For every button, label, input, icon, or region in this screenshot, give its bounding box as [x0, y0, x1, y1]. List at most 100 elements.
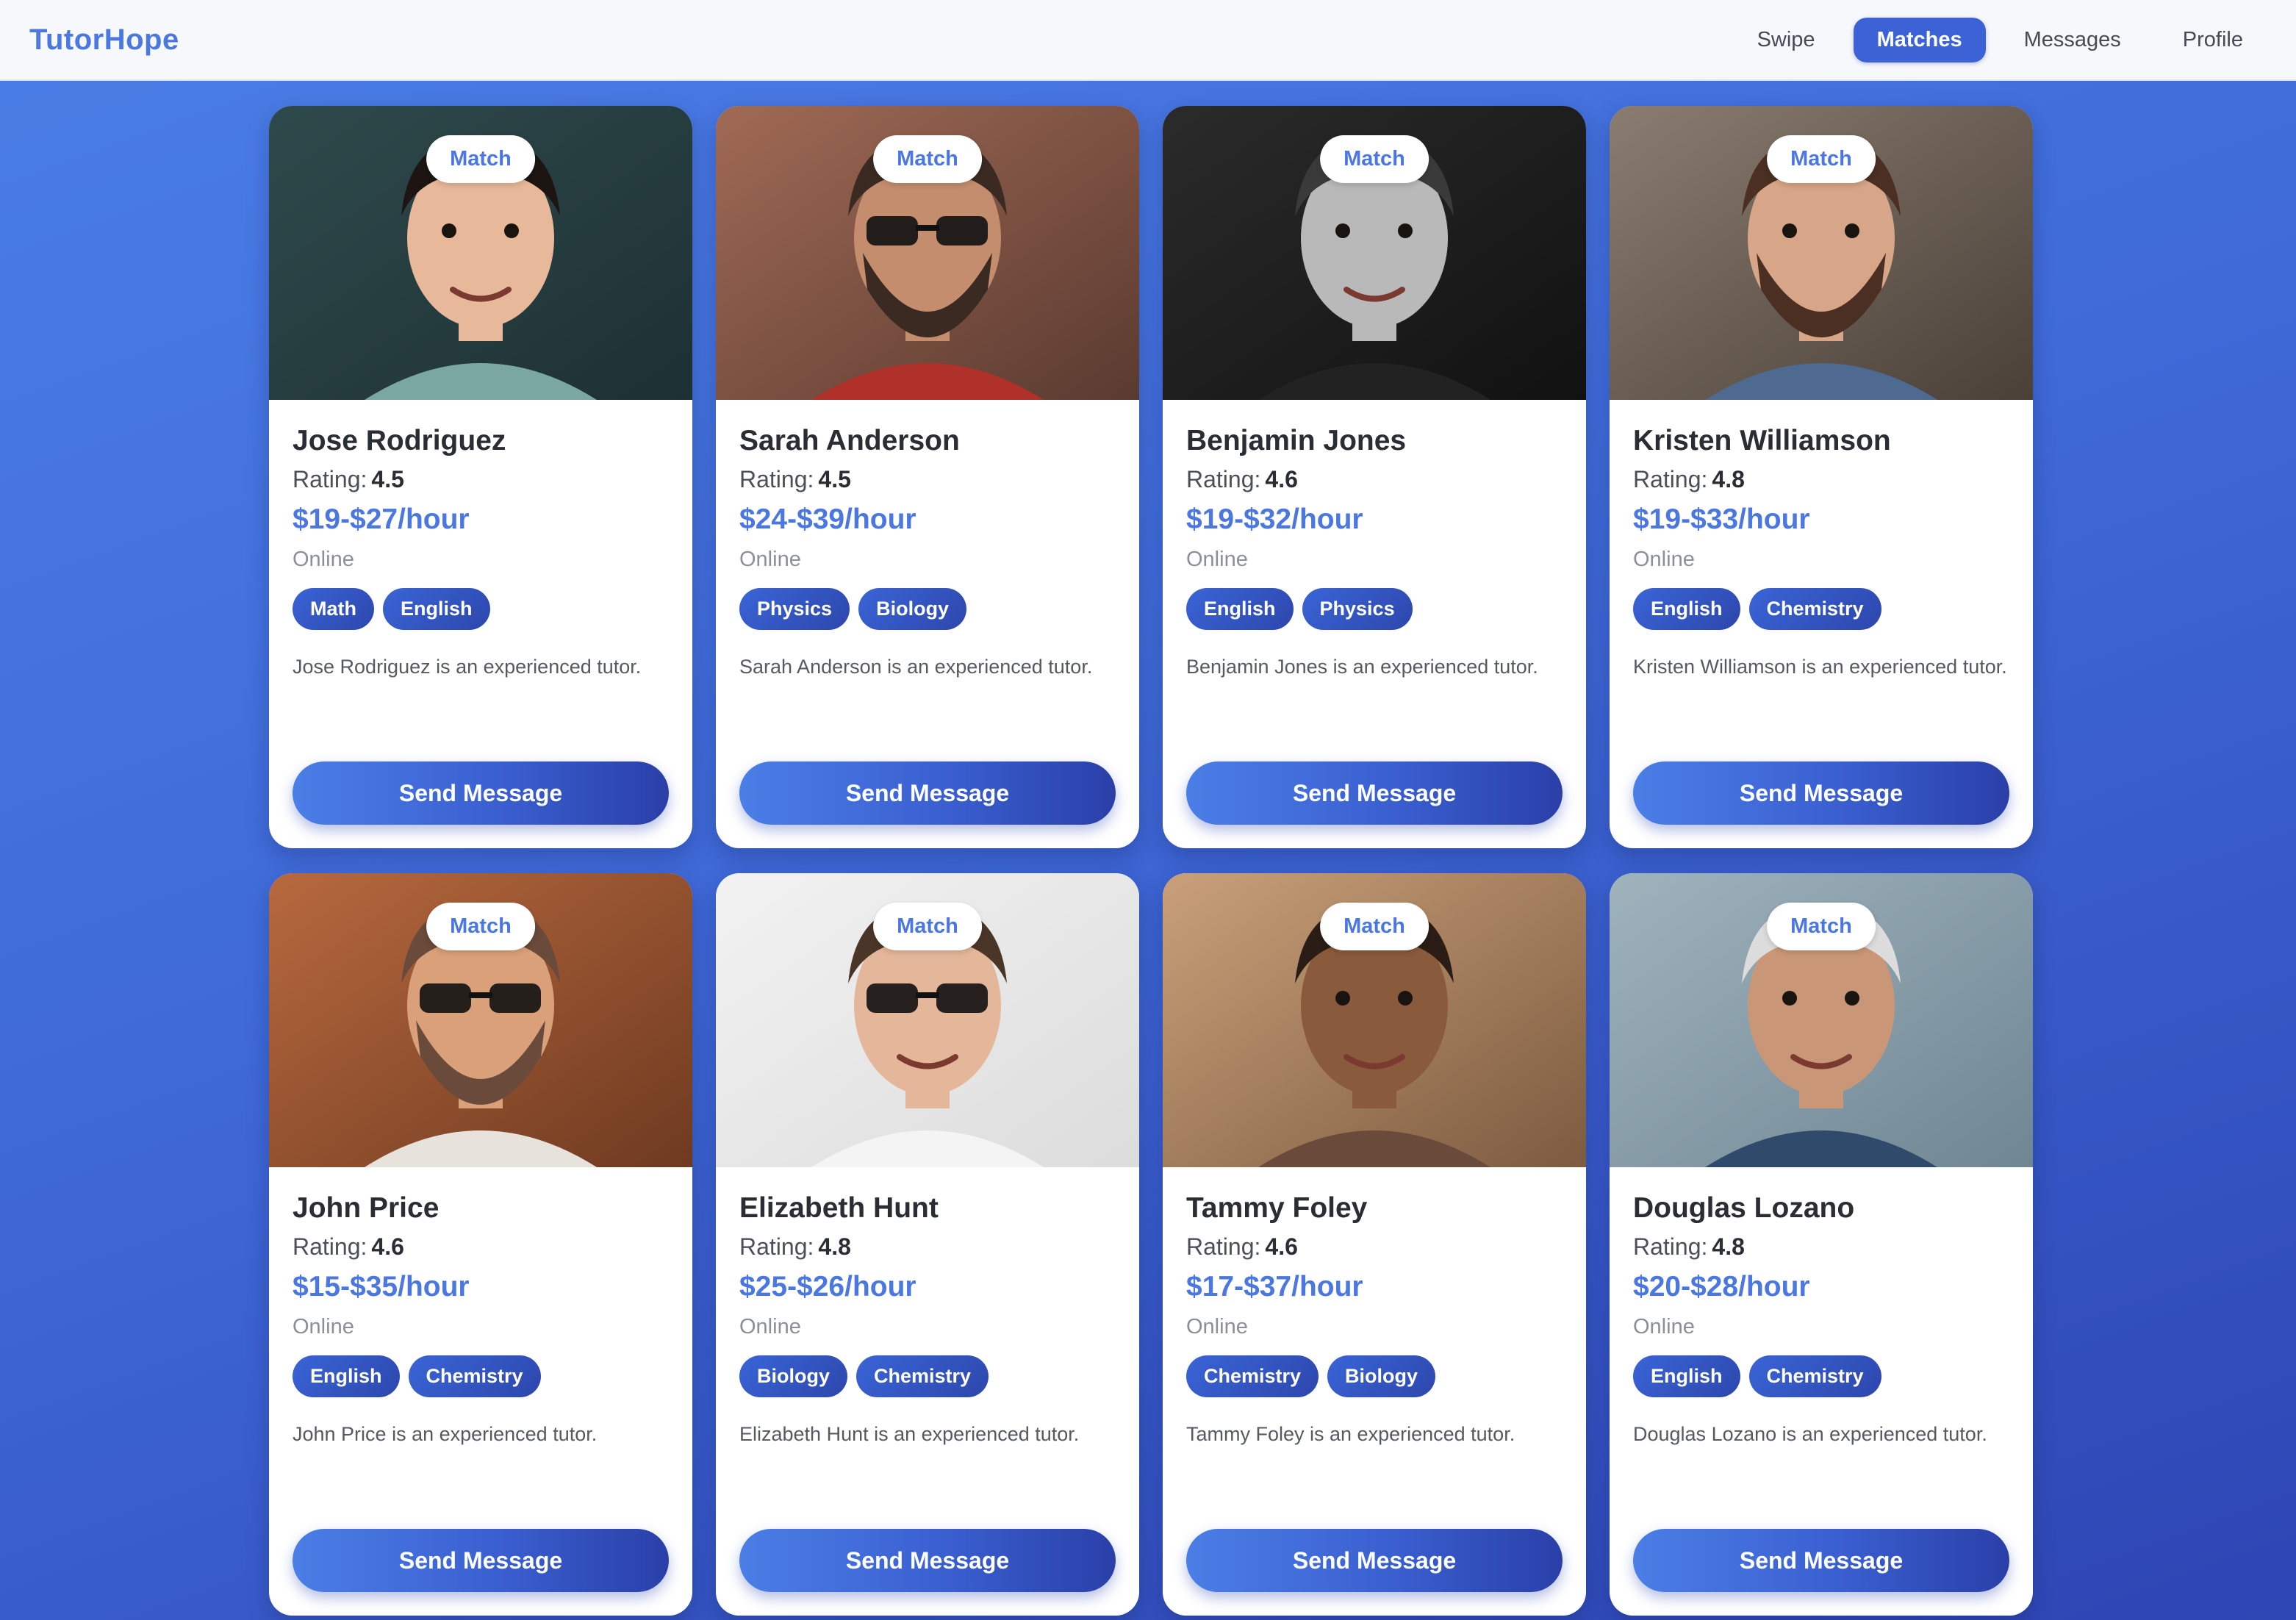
match-badge: Match	[1767, 135, 1876, 183]
tutor-card[interactable]: Match Elizabeth Hunt Rating: 4.8 $25-$26/…	[716, 873, 1139, 1616]
subject-tags: English Chemistry	[1633, 588, 2009, 630]
brand-logo[interactable]: TutorHope	[29, 24, 179, 57]
rating-label: Rating:	[739, 1233, 814, 1260]
subject-tag: English	[293, 1355, 400, 1397]
card-body: Sarah Anderson Rating: 4.5 $24-$39/hour O…	[716, 400, 1139, 711]
tutor-photo: Match	[716, 106, 1139, 400]
send-message-button[interactable]: Send Message	[1633, 761, 2009, 825]
tutor-rating: Rating: 4.8	[1633, 1233, 2009, 1261]
tutor-photo: Match	[269, 106, 692, 400]
send-message-button[interactable]: Send Message	[1633, 1529, 2009, 1592]
nav-messages[interactable]: Messages	[2001, 18, 2145, 62]
nav-matches[interactable]: Matches	[1853, 17, 1986, 62]
match-badge: Match	[1320, 903, 1429, 950]
tutor-status: Online	[1633, 548, 1695, 571]
tutor-name: Elizabeth Hunt	[739, 1192, 939, 1224]
nav-swipe[interactable]: Swipe	[1734, 18, 1839, 62]
subject-tags: English Physics	[1186, 588, 1563, 630]
match-badge: Match	[426, 903, 535, 950]
card-body: Kristen Williamson Rating: 4.8 $19-$33/ho…	[1610, 400, 2033, 711]
tutor-name: Benjamin Jones	[1186, 425, 1407, 456]
rating-value: 4.8	[818, 1233, 851, 1260]
match-badge: Match	[426, 135, 535, 183]
tutor-card[interactable]: Match Sarah Anderson Rating: 4.5 $24-$39/…	[716, 106, 1139, 848]
tutor-price: $15-$35/hour	[293, 1271, 470, 1302]
tutor-card[interactable]: Match Benjamin Jones Rating: 4.6 $19-$32/…	[1163, 106, 1586, 848]
tutor-photo: Match	[1610, 106, 2033, 400]
subject-tags: Chemistry Biology	[1186, 1355, 1563, 1397]
tutor-status: Online	[293, 548, 354, 571]
send-message-button[interactable]: Send Message	[293, 761, 669, 825]
tutor-card[interactable]: Match Tammy Foley Rating: 4.6 $17-$37/hou…	[1163, 873, 1586, 1616]
card-body: Elizabeth Hunt Rating: 4.8 $25-$26/hour O…	[716, 1167, 1139, 1478]
tutor-card[interactable]: Match John Price Rating: 4.6 $15-$35/hour…	[269, 873, 692, 1616]
subject-tag: Physics	[739, 588, 850, 630]
send-message-button[interactable]: Send Message	[739, 761, 1116, 825]
tutor-price: $25-$26/hour	[739, 1271, 916, 1302]
subject-tag: Biology	[739, 1355, 847, 1397]
subject-tag: Chemistry	[1748, 1355, 1881, 1397]
rating-label: Rating:	[293, 1233, 367, 1260]
match-badge: Match	[1767, 903, 1876, 950]
rating-value: 4.6	[1265, 1233, 1298, 1260]
subject-tag: English	[1633, 588, 1740, 630]
tutor-name: Sarah Anderson	[739, 425, 960, 456]
match-badge: Match	[1320, 135, 1429, 183]
rating-value: 4.5	[371, 466, 404, 492]
tutor-price: $19-$32/hour	[1186, 503, 1363, 535]
rating-value: 4.5	[818, 466, 851, 492]
subject-tag: English	[1186, 588, 1294, 630]
tutor-name: Jose Rodriguez	[293, 425, 506, 456]
nav-profile[interactable]: Profile	[2159, 18, 2267, 62]
tutor-bio: Tammy Foley is an experienced tutor.	[1186, 1423, 1515, 1445]
tutor-rating: Rating: 4.8	[1633, 466, 2009, 493]
tutor-bio: Douglas Lozano is an experienced tutor.	[1633, 1423, 1987, 1445]
tutor-bio: Jose Rodriguez is an experienced tutor.	[293, 656, 642, 678]
rating-value: 4.6	[371, 1233, 404, 1260]
tutor-name: Tammy Foley	[1186, 1192, 1368, 1224]
matches-grid: Match Jose Rodriguez Rating: 4.5 $19-$27/…	[269, 106, 2033, 1616]
tutor-photo: Match	[1163, 873, 1586, 1167]
tutor-price: $20-$28/hour	[1633, 1271, 1810, 1302]
tutor-name: John Price	[293, 1192, 440, 1224]
tutor-photo: Match	[1610, 873, 2033, 1167]
tutor-photo: Match	[1163, 106, 1586, 400]
match-badge: Match	[873, 903, 982, 950]
subject-tag: Physics	[1302, 588, 1413, 630]
subject-tags: English Chemistry	[1633, 1355, 2009, 1397]
rating-label: Rating:	[1633, 466, 1708, 492]
tutor-status: Online	[739, 1315, 801, 1338]
tutor-card[interactable]: Match Douglas Lozano Rating: 4.8 $20-$28/…	[1610, 873, 2033, 1616]
tutor-rating: Rating: 4.8	[739, 1233, 1116, 1261]
subject-tags: Biology Chemistry	[739, 1355, 1116, 1397]
rating-label: Rating:	[1186, 466, 1261, 492]
subject-tag: Chemistry	[856, 1355, 989, 1397]
card-body: Douglas Lozano Rating: 4.8 $20-$28/hour O…	[1610, 1167, 2033, 1478]
subject-tag: Biology	[858, 588, 967, 630]
subject-tag: English	[383, 588, 490, 630]
tutor-photo: Match	[716, 873, 1139, 1167]
match-badge: Match	[873, 135, 982, 183]
tutor-card[interactable]: Match Jose Rodriguez Rating: 4.5 $19-$27/…	[269, 106, 692, 848]
send-message-button[interactable]: Send Message	[739, 1529, 1116, 1592]
card-body: Benjamin Jones Rating: 4.6 $19-$32/hour O…	[1163, 400, 1586, 711]
send-message-button[interactable]: Send Message	[1186, 761, 1563, 825]
subject-tag: Chemistry	[1748, 588, 1881, 630]
subject-tag: Math	[293, 588, 374, 630]
tutor-photo: Match	[269, 873, 692, 1167]
tutor-bio: John Price is an experienced tutor.	[293, 1423, 598, 1445]
tutor-bio: Sarah Anderson is an experienced tutor.	[739, 656, 1093, 678]
tutor-card[interactable]: Match Kristen Williamson Rating: 4.8 $19-…	[1610, 106, 2033, 848]
subject-tag: Chemistry	[1186, 1355, 1319, 1397]
card-body: John Price Rating: 4.6 $15-$35/hour Onlin…	[269, 1167, 692, 1478]
tutor-rating: Rating: 4.5	[293, 466, 669, 493]
tutor-price: $17-$37/hour	[1186, 1271, 1363, 1302]
rating-value: 4.8	[1712, 466, 1745, 492]
tutor-status: Online	[1186, 1315, 1248, 1338]
send-message-button[interactable]: Send Message	[293, 1529, 669, 1592]
subject-tag: Chemistry	[408, 1355, 541, 1397]
rating-label: Rating:	[1633, 1233, 1708, 1260]
subject-tag: English	[1633, 1355, 1740, 1397]
send-message-button[interactable]: Send Message	[1186, 1529, 1563, 1592]
tutor-status: Online	[1186, 548, 1248, 571]
